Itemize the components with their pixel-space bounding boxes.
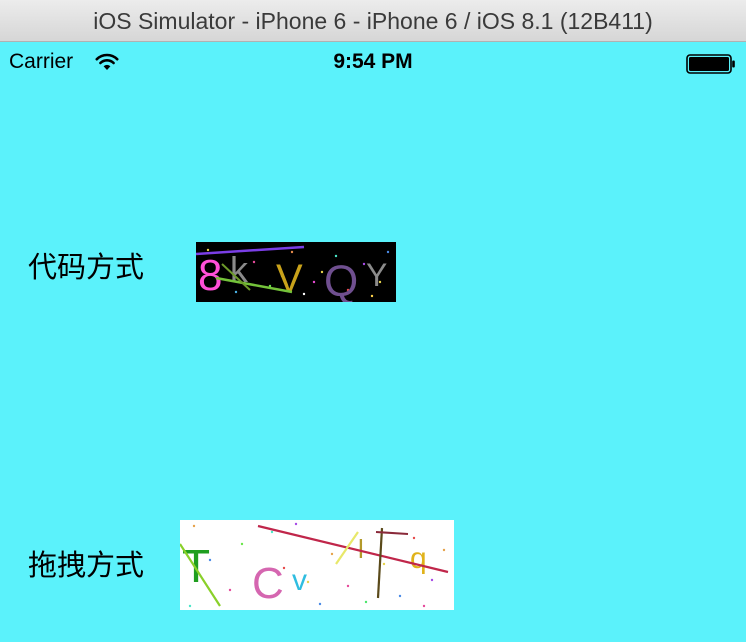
code-captcha-image[interactable]: 8 k V Q Y — [196, 242, 396, 302]
code-captcha-char-1: 8 — [198, 251, 222, 300]
drag-mode-label: 拖拽方式 — [28, 548, 145, 582]
device-screen: Carrier 9:54 PM 代码方式 8 k V Q Y 拖拽方式 T C … — [0, 42, 746, 642]
simulator-window-title: iOS Simulator - iPhone 6 - iPhone 6 / iO… — [0, 0, 746, 42]
drag-captcha-image[interactable]: T C v l q — [180, 520, 454, 610]
carrier-label: Carrier — [9, 50, 74, 73]
drag-captcha-char-2: C — [252, 559, 284, 608]
drag-captcha-char-5: q — [410, 542, 427, 575]
code-captcha-char-3: V — [276, 257, 303, 301]
battery-full-icon — [686, 54, 735, 74]
drag-captcha-char-3: v — [292, 564, 307, 597]
drag-captcha-char-4: l — [358, 534, 364, 564]
code-captcha-char-4: Q — [324, 257, 358, 302]
code-mode-label: 代码方式 — [28, 250, 145, 284]
status-bar: Carrier 9:54 PM — [0, 42, 746, 82]
code-captcha-char-5: Y — [366, 257, 387, 293]
wifi-icon — [95, 53, 119, 70]
